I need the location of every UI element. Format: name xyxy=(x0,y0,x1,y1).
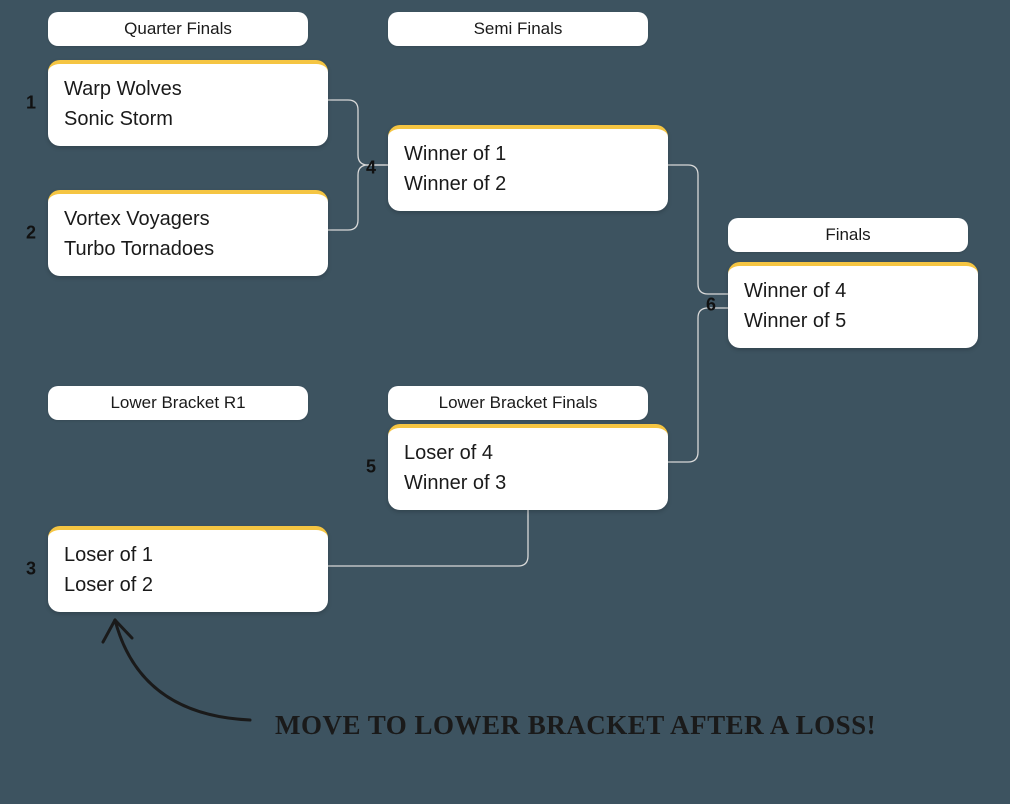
team-bottom: Sonic Storm xyxy=(64,104,312,134)
round-label-lbf: Lower Bracket Finals xyxy=(388,386,648,420)
match-1: 1 Warp Wolves Sonic Storm xyxy=(48,60,328,146)
match-3: 3 Loser of 1 Loser of 2 xyxy=(48,526,328,612)
match-5: 5 Loser of 4 Winner of 3 xyxy=(388,424,668,510)
round-label-sf: Semi Finals xyxy=(388,12,648,46)
annotation-text: Move to lower bracket after a loss! xyxy=(275,710,876,741)
team-top: Warp Wolves xyxy=(64,74,312,104)
match-4: 4 Winner of 1 Winner of 2 xyxy=(388,125,668,211)
team-bottom: Loser of 2 xyxy=(64,570,312,600)
bracket-diagram: Quarter Finals Semi Finals Lower Bracket… xyxy=(0,0,1010,804)
team-bottom: Turbo Tornadoes xyxy=(64,234,312,264)
round-label-qf: Quarter Finals xyxy=(48,12,308,46)
round-label-lbr1: Lower Bracket R1 xyxy=(48,386,308,420)
round-label-finals: Finals xyxy=(728,218,968,252)
match-number: 2 xyxy=(26,223,36,244)
team-top: Loser of 4 xyxy=(404,438,652,468)
team-top: Winner of 4 xyxy=(744,276,962,306)
match-6: 6 Winner of 4 Winner of 5 xyxy=(728,262,978,348)
match-number: 1 xyxy=(26,93,36,114)
match-number: 6 xyxy=(706,295,716,316)
match-number: 4 xyxy=(366,158,376,179)
match-2: 2 Vortex Voyagers Turbo Tornadoes xyxy=(48,190,328,276)
team-bottom: Winner of 3 xyxy=(404,468,652,498)
team-top: Vortex Voyagers xyxy=(64,204,312,234)
team-bottom: Winner of 5 xyxy=(744,306,962,336)
team-top: Loser of 1 xyxy=(64,540,312,570)
match-number: 3 xyxy=(26,559,36,580)
match-number: 5 xyxy=(366,457,376,478)
team-bottom: Winner of 2 xyxy=(404,169,652,199)
team-top: Winner of 1 xyxy=(404,139,652,169)
